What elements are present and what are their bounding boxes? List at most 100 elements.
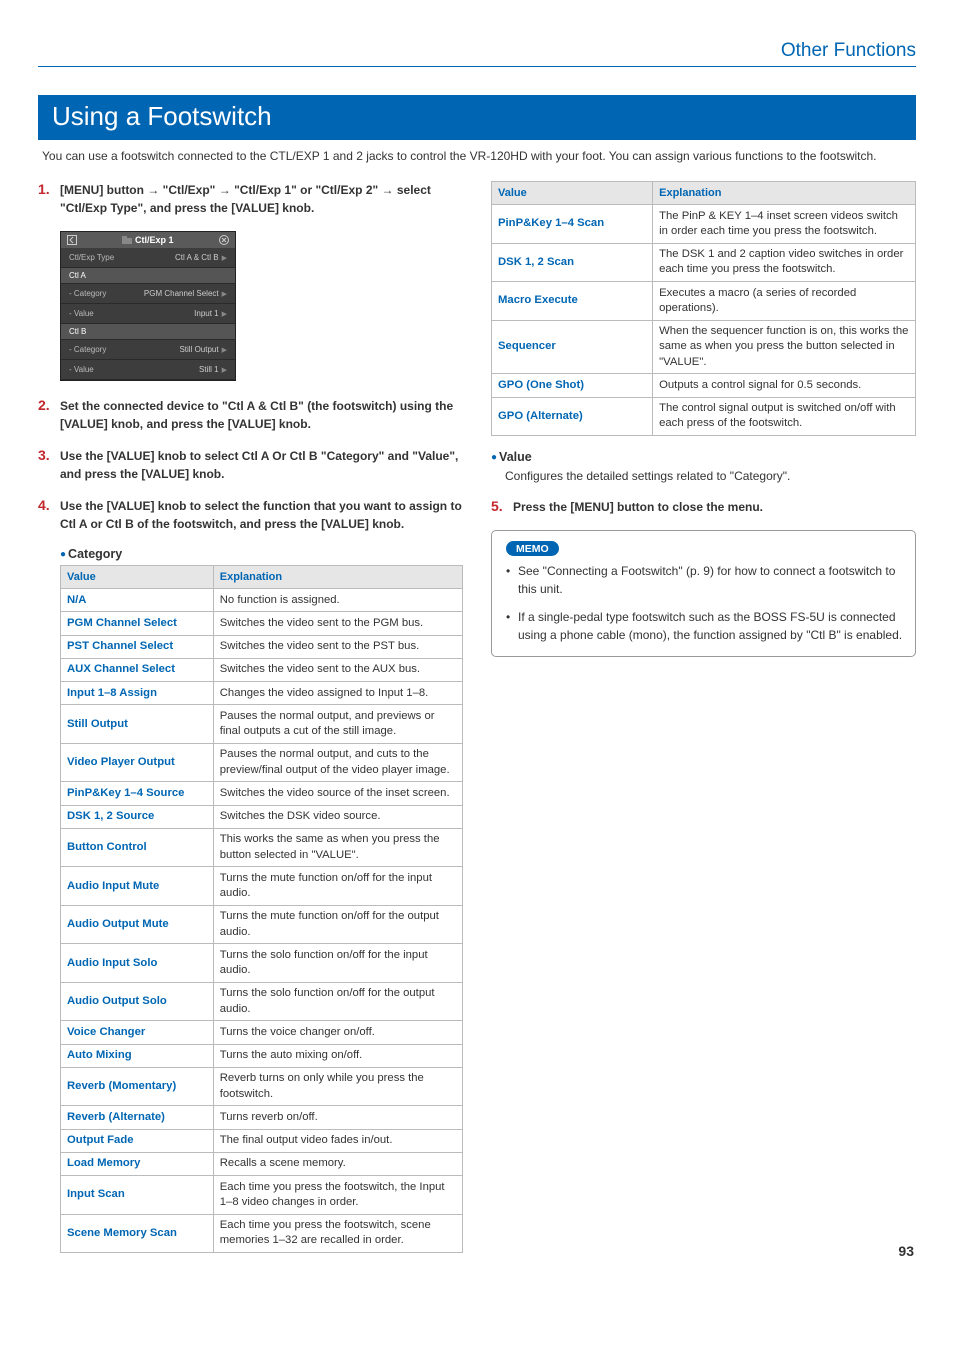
category-name: PinP&Key 1–4 Scan <box>492 205 653 244</box>
table-row: Voice ChangerTurns the voice changer on/… <box>61 1021 463 1044</box>
category-explanation: Recalls a scene memory. <box>213 1152 462 1175</box>
table-row: Auto MixingTurns the auto mixing on/off. <box>61 1044 463 1067</box>
step-1-text-b: "Ctl/Exp" <box>163 183 219 197</box>
category-name: Macro Execute <box>492 282 653 321</box>
menu-row: Ctl/Exp TypeCtl A & Ctl B▶ <box>61 248 235 268</box>
menu-row: - CategoryPGM Channel Select▶ <box>61 284 235 304</box>
category-explanation: Outputs a control signal for 0.5 seconds… <box>653 374 916 397</box>
category-explanation: Turns reverb on/off. <box>213 1106 462 1129</box>
category-name: Scene Memory Scan <box>61 1214 214 1253</box>
category-name: Voice Changer <box>61 1021 214 1044</box>
col-explanation: Explanation <box>213 566 462 589</box>
category-name: Input Scan <box>61 1176 214 1215</box>
category-explanation: The DSK 1 and 2 caption video switches i… <box>653 243 916 282</box>
category-name: DSK 1, 2 Source <box>61 805 214 828</box>
table-row: Audio Input MuteTurns the mute function … <box>61 867 463 906</box>
category-explanation: Switches the video sent to the PGM bus. <box>213 612 462 635</box>
category-name: Audio Output Mute <box>61 905 214 944</box>
category-table-continued: Value Explanation PinP&Key 1–4 ScanThe P… <box>491 181 916 436</box>
col-value: Value <box>61 566 214 589</box>
category-explanation: The final output video fades in/out. <box>213 1129 462 1152</box>
category-name: Reverb (Alternate) <box>61 1106 214 1129</box>
table-row: DSK 1, 2 SourceSwitches the DSK video so… <box>61 805 463 828</box>
table-row: Scene Memory ScanEach time you press the… <box>61 1214 463 1253</box>
step-4: 4. Use the [VALUE] knob to select the fu… <box>38 497 463 533</box>
step-5: 5. Press the [MENU] button to close the … <box>491 498 916 516</box>
category-name: Reverb (Momentary) <box>61 1067 214 1106</box>
memo-item: See "Connecting a Footswitch" (p. 9) for… <box>506 562 903 598</box>
category-name: PinP&Key 1–4 Source <box>61 782 214 805</box>
table-row: PinP&Key 1–4 SourceSwitches the video so… <box>61 782 463 805</box>
step-number: 4. <box>38 497 60 533</box>
step-3-text: Use the [VALUE] knob to select Ctl A Or … <box>60 447 463 483</box>
table-row: Still OutputPauses the normal output, an… <box>61 705 463 744</box>
category-name: Sequencer <box>492 320 653 374</box>
category-name: PGM Channel Select <box>61 612 214 635</box>
col-value: Value <box>492 182 653 205</box>
category-heading: Category <box>60 547 463 561</box>
step-5-text: Press the [MENU] button to close the men… <box>513 498 916 516</box>
table-row: PinP&Key 1–4 ScanThe PinP & KEY 1–4 inse… <box>492 205 916 244</box>
memo-box: MEMO See "Connecting a Footswitch" (p. 9… <box>491 530 916 658</box>
col-explanation: Explanation <box>653 182 916 205</box>
table-row: Audio Input SoloTurns the solo function … <box>61 944 463 983</box>
arrow-icon: → <box>147 183 159 197</box>
category-explanation: Pauses the normal output, and cuts to th… <box>213 743 462 782</box>
category-name: Video Player Output <box>61 743 214 782</box>
step-4-text: Use the [VALUE] knob to select the funct… <box>60 497 463 533</box>
step-number: 2. <box>38 397 60 433</box>
category-explanation: This works the same as when you press th… <box>213 828 462 867</box>
table-row: Video Player OutputPauses the normal out… <box>61 743 463 782</box>
table-row: DSK 1, 2 ScanThe DSK 1 and 2 caption vid… <box>492 243 916 282</box>
menu-group-header: Ctl B <box>61 324 235 340</box>
category-explanation: Pauses the normal output, and previews o… <box>213 705 462 744</box>
menu-row: - CategoryStill Output▶ <box>61 340 235 360</box>
category-name: Input 1–8 Assign <box>61 682 214 705</box>
category-explanation: Reverb turns on only while you press the… <box>213 1067 462 1106</box>
category-explanation: Turns the mute function on/off for the i… <box>213 867 462 906</box>
menu-screenshot: Ctl/Exp 1 Ctl/Exp TypeCtl A & Ctl B▶Ctl … <box>60 231 236 381</box>
category-explanation: Switches the DSK video source. <box>213 805 462 828</box>
category-name: GPO (One Shot) <box>492 374 653 397</box>
category-name: Button Control <box>61 828 214 867</box>
table-row: N/ANo function is assigned. <box>61 589 463 612</box>
category-name: Output Fade <box>61 1129 214 1152</box>
menu-title: Ctl/Exp 1 <box>77 235 219 245</box>
step-number: 1. <box>38 181 60 217</box>
table-row: PGM Channel SelectSwitches the video sen… <box>61 612 463 635</box>
header-rule <box>38 66 916 67</box>
category-name: AUX Channel Select <box>61 658 214 681</box>
step-number: 3. <box>38 447 60 483</box>
category-explanation: Turns the mute function on/off for the o… <box>213 905 462 944</box>
memo-item: If a single-pedal type footswitch such a… <box>506 608 903 644</box>
page-number: 93 <box>898 1243 914 1259</box>
table-row: Input ScanEach time you press the footsw… <box>61 1176 463 1215</box>
menu-group-header: Ctl A <box>61 268 235 284</box>
step-1: 1. [MENU] button → "Ctl/Exp" → "Ctl/Exp … <box>38 181 463 217</box>
arrow-icon: → <box>219 183 231 197</box>
close-icon <box>219 235 229 245</box>
category-explanation: Turns the voice changer on/off. <box>213 1021 462 1044</box>
category-explanation: Executes a macro (a series of recorded o… <box>653 282 916 321</box>
category-name: Still Output <box>61 705 214 744</box>
category-explanation: Each time you press the footswitch, scen… <box>213 1214 462 1253</box>
step-1-text-c: "Ctl/Exp 1" or "Ctl/Exp 2" <box>234 183 381 197</box>
step-3: 3. Use the [VALUE] knob to select Ctl A … <box>38 447 463 483</box>
table-row: GPO (Alternate)The control signal output… <box>492 397 916 436</box>
table-row: Reverb (Alternate)Turns reverb on/off. <box>61 1106 463 1129</box>
step-number: 5. <box>491 498 513 516</box>
table-row: Output FadeThe final output video fades … <box>61 1129 463 1152</box>
category-name: N/A <box>61 589 214 612</box>
category-name: Auto Mixing <box>61 1044 214 1067</box>
memo-label: MEMO <box>506 541 559 556</box>
category-explanation: Turns the auto mixing on/off. <box>213 1044 462 1067</box>
category-explanation: Changes the video assigned to Input 1–8. <box>213 682 462 705</box>
table-row: Input 1–8 AssignChanges the video assign… <box>61 682 463 705</box>
table-row: Button ControlThis works the same as whe… <box>61 828 463 867</box>
table-row: Audio Output SoloTurns the solo function… <box>61 982 463 1021</box>
table-row: AUX Channel SelectSwitches the video sen… <box>61 658 463 681</box>
step-2-text: Set the connected device to "Ctl A & Ctl… <box>60 397 463 433</box>
category-explanation: Switches the video source of the inset s… <box>213 782 462 805</box>
category-explanation: Turns the solo function on/off for the i… <box>213 944 462 983</box>
back-icon <box>67 235 77 245</box>
